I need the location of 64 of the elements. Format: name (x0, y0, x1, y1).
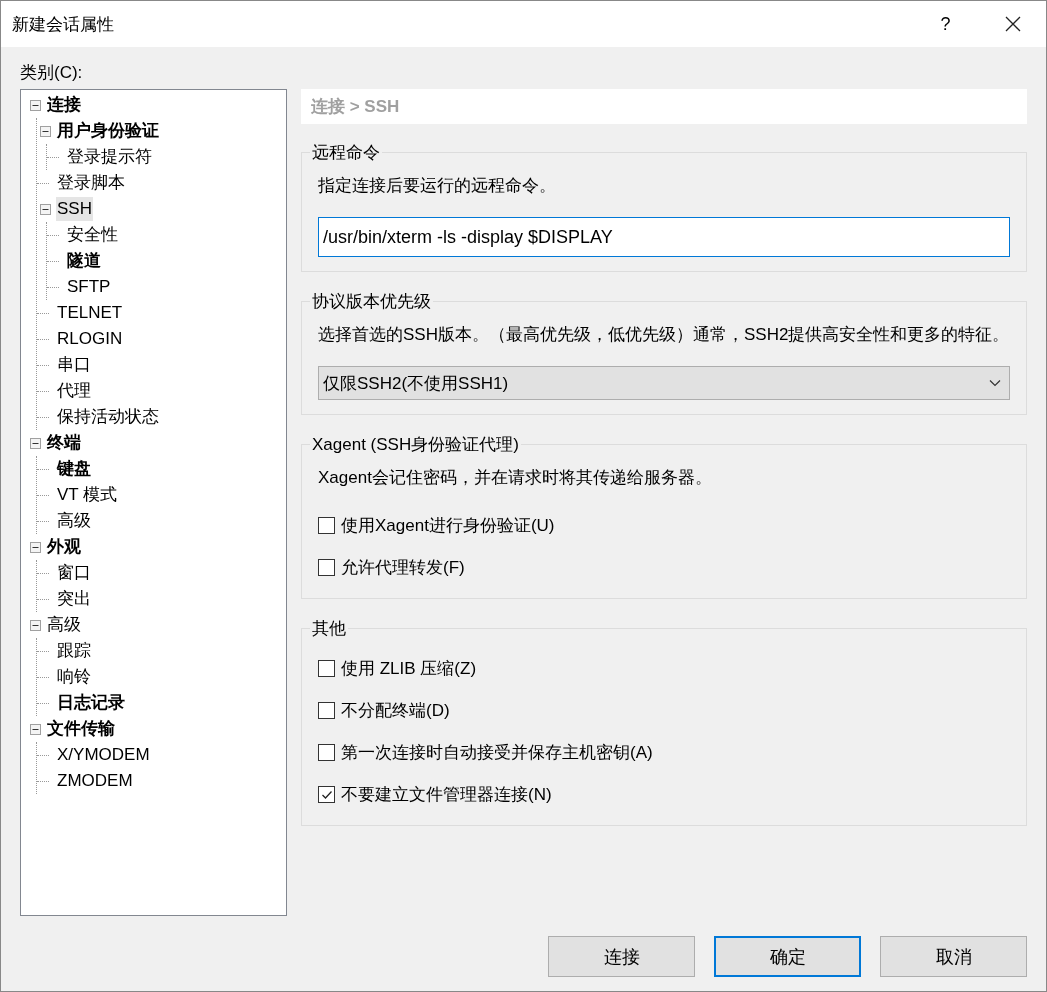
tree-item[interactable]: 窗口 (56, 561, 92, 585)
group-title: 协议版本优先级 (311, 291, 432, 313)
dialog-button[interactable]: 确定 (714, 936, 861, 977)
checkbox[interactable] (318, 517, 335, 534)
tree-item[interactable]: 用户身份验证 (56, 119, 160, 143)
checkbox-label: 使用 ZLIB 压缩(Z) (341, 658, 477, 680)
tree-item[interactable]: 终端 (46, 431, 82, 455)
collapse-icon[interactable] (30, 99, 41, 111)
checkbox[interactable] (318, 786, 335, 803)
tree-item[interactable]: 文件传输 (46, 717, 116, 741)
close-icon (1004, 16, 1021, 32)
collapse-icon[interactable] (30, 619, 41, 631)
version-dropdown[interactable]: 仅限SSH2(不使用SSH1) (318, 366, 1010, 400)
checkbox-label: 第一次连接时自动接受并保存主机密钥(A) (341, 742, 653, 764)
tree-item[interactable]: RLOGIN (56, 327, 124, 351)
window-title: 新建会话属性 (12, 13, 114, 36)
tree-item[interactable]: 突出 (56, 587, 92, 611)
dialog-button[interactable]: 连接 (548, 936, 695, 977)
tree-item[interactable]: 高级 (56, 509, 92, 533)
group-title: Xagent (SSH身份验证代理) (311, 434, 520, 456)
checkbox[interactable] (318, 660, 335, 677)
group-description: Xagent会记住密码，并在请求时将其传递给服务器。 (318, 467, 713, 489)
tree-item[interactable]: 外观 (46, 535, 82, 559)
tree-item[interactable]: 跟踪 (56, 639, 92, 663)
checkbox[interactable] (318, 559, 335, 576)
tree-item[interactable]: 高级 (46, 613, 82, 637)
collapse-icon[interactable] (30, 437, 41, 449)
checkbox-label: 使用Xagent进行身份验证(U) (341, 515, 555, 537)
checkbox-label: 允许代理转发(F) (341, 557, 465, 579)
collapse-icon[interactable] (30, 723, 41, 735)
tree-item[interactable]: SSH (56, 197, 93, 221)
tree-item[interactable]: 登录脚本 (56, 171, 126, 195)
tree-item[interactable]: 连接 (46, 93, 82, 117)
group-title: 远程命令 (311, 142, 381, 164)
collapse-icon[interactable] (40, 203, 51, 215)
checkbox-label: 不要建立文件管理器连接(N) (341, 784, 552, 806)
breadcrumb: 连接 > SSH (301, 89, 1027, 124)
tree-item[interactable]: ZMODEM (56, 769, 134, 793)
help-button[interactable]: ? (912, 1, 979, 47)
checkbox[interactable] (318, 744, 335, 761)
group-description: 指定连接后要运行的远程命令。 (318, 175, 557, 197)
tree-item[interactable]: 日志记录 (56, 691, 126, 715)
chevron-down-icon (989, 379, 1001, 387)
collapse-icon[interactable] (40, 125, 51, 137)
tree-item[interactable]: 保持活动状态 (56, 405, 160, 429)
category-label: 类别(C): (20, 62, 84, 84)
checkbox-label: 不分配终端(D) (341, 700, 450, 722)
tree-item[interactable]: 键盘 (56, 457, 92, 481)
tree-item[interactable]: 代理 (56, 379, 92, 403)
collapse-icon[interactable] (30, 541, 41, 553)
tree-item[interactable]: SFTP (66, 275, 112, 299)
tree-item[interactable]: TELNET (56, 301, 124, 325)
tree-item[interactable]: X/YMODEM (56, 743, 151, 767)
command-input-field[interactable]: /usr/bin/xterm -ls -display $DISPLAY (318, 217, 1010, 257)
tree-item[interactable]: 安全性 (66, 223, 119, 247)
group-description: 选择首选的SSH版本。（最高优先级，低优先级）通常，SSH2提供高安全性和更多的特征。 (318, 324, 1010, 346)
tree-item[interactable]: 登录提示符 (66, 145, 153, 169)
tree-item[interactable]: 响铃 (56, 665, 92, 689)
tree-item[interactable]: 隧道 (66, 249, 102, 273)
tree-item[interactable]: 串口 (56, 353, 92, 377)
dialog-button[interactable]: 取消 (880, 936, 1027, 977)
checkbox[interactable] (318, 702, 335, 719)
group-title: 其他 (311, 618, 347, 640)
tree-item[interactable]: VT 模式 (56, 483, 119, 507)
